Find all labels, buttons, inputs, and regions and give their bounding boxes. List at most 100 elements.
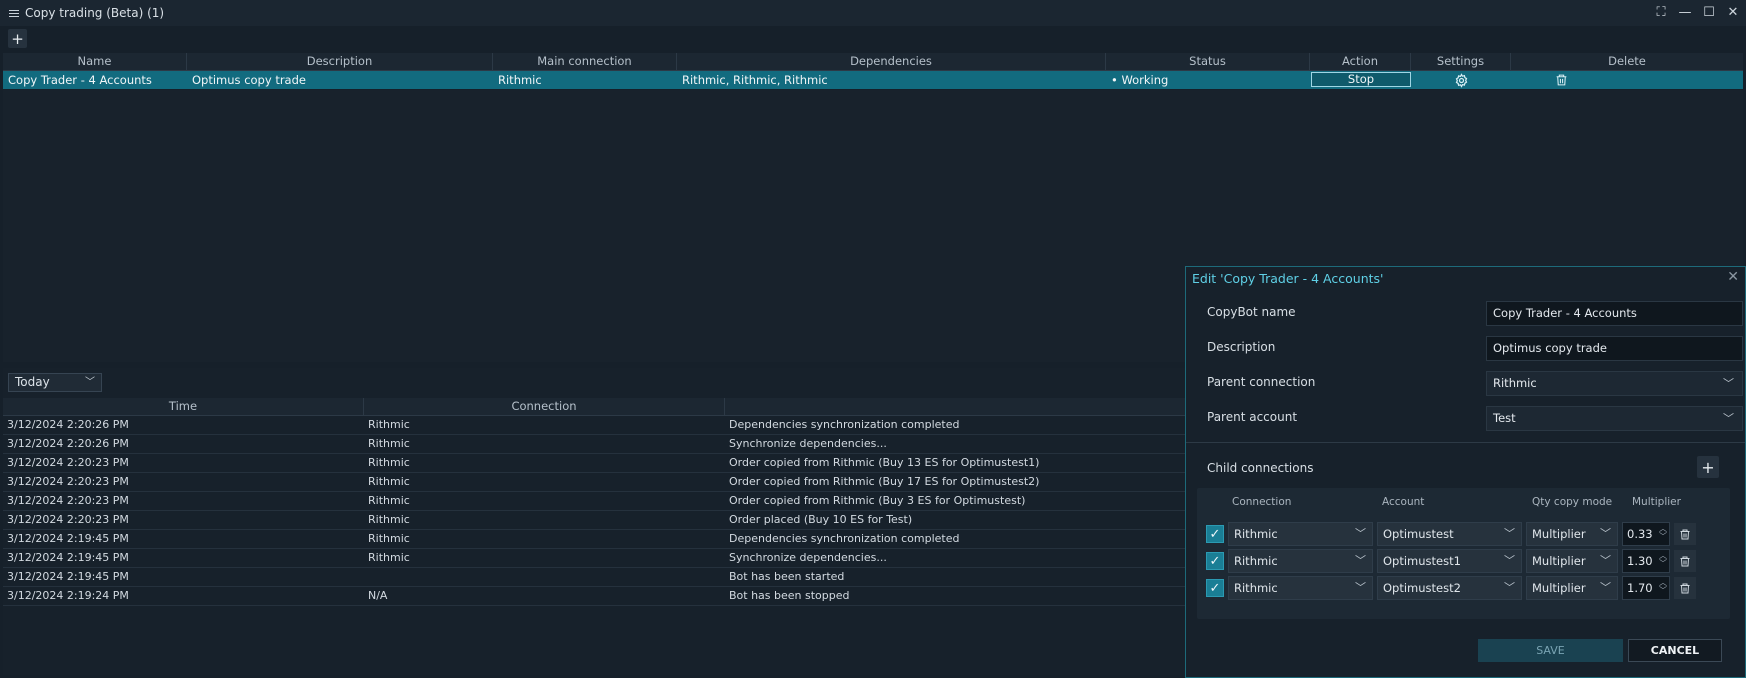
child-account-value: Optimustest2 <box>1383 581 1461 595</box>
log-time: 3/12/2024 2:19:24 PM <box>7 589 129 602</box>
child-account-select[interactable]: Optimustest2 ﹀ <box>1377 576 1522 600</box>
window-title: Copy trading (Beta) (1) <box>25 6 165 20</box>
description-input[interactable]: Optimus copy trade <box>1486 336 1743 361</box>
log-time: 3/12/2024 2:19:45 PM <box>7 551 129 564</box>
child-connection-select[interactable]: Rithmic ﹀ <box>1228 522 1373 546</box>
child-connection-select[interactable]: Rithmic ﹀ <box>1228 549 1373 573</box>
parent-connection-row: Parent connection Rithmic ﹀ <box>1207 371 1743 397</box>
child-connection-row: ✓ Rithmic ﹀ Optimustest2 ﹀ Multiplier ﹀ … <box>1206 576 1726 600</box>
window-titlebar: Copy trading (Beta) (1) ⛶ — ☐ ✕ <box>0 0 1746 26</box>
log-connection: Rithmic <box>368 513 410 526</box>
child-col-account: Account <box>1382 496 1425 508</box>
description-row: Description Optimus copy trade <box>1207 336 1743 362</box>
stop-button[interactable]: Stop <box>1311 72 1411 87</box>
trash-icon <box>1680 529 1690 539</box>
log-connection: Rithmic <box>368 418 410 431</box>
close-icon[interactable]: ✕ <box>1726 5 1740 20</box>
chevron-down-icon: ﹀ <box>1600 527 1611 540</box>
col-main-connection[interactable]: Main connection <box>493 53 677 70</box>
chevron-down-icon: ﹀ <box>1723 377 1734 390</box>
parent-account-select[interactable]: Test ﹀ <box>1486 406 1743 431</box>
child-enabled-checkbox[interactable]: ✓ <box>1206 525 1224 543</box>
multiplier-stepper[interactable]: 1.70 ︿ ﹀ <box>1622 576 1670 600</box>
bot-description: Optimus copy trade <box>192 73 306 87</box>
child-account-value: Optimustest <box>1383 527 1454 541</box>
delete-child-button[interactable] <box>1674 523 1696 545</box>
child-connections-label: Child connections <box>1207 461 1314 475</box>
multiplier-stepper[interactable]: 0.33 ︿ ﹀ <box>1622 522 1670 546</box>
col-name[interactable]: Name <box>3 53 187 70</box>
child-connections-list: Connection Account Qty copy mode Multipl… <box>1197 488 1730 619</box>
hamburger-menu-icon[interactable] <box>9 9 19 17</box>
chevron-down-icon: ﹀ <box>1723 412 1734 425</box>
log-time: 3/12/2024 2:20:23 PM <box>7 475 129 488</box>
bot-name: Copy Trader - 4 Accounts <box>8 73 152 87</box>
child-col-qty-mode: Qty copy mode <box>1532 496 1613 508</box>
child-connection-select[interactable]: Rithmic ﹀ <box>1228 576 1373 600</box>
col-delete[interactable]: Delete <box>1511 53 1743 70</box>
child-account-value: Optimustest1 <box>1383 554 1461 568</box>
log-time: 3/12/2024 2:20:23 PM <box>7 456 129 469</box>
copybot-name-label: CopyBot name <box>1207 305 1296 319</box>
child-enabled-checkbox[interactable]: ✓ <box>1206 579 1224 597</box>
child-qty-mode-select[interactable]: Multiplier ﹀ <box>1526 522 1618 546</box>
cancel-button[interactable]: CANCEL <box>1628 639 1722 662</box>
chevron-down-icon: ﹀ <box>1504 554 1515 567</box>
child-qty-mode-value: Multiplier <box>1532 554 1586 568</box>
delete-child-button[interactable] <box>1674 577 1696 599</box>
log-time: 3/12/2024 2:20:26 PM <box>7 437 129 450</box>
log-connection: Rithmic <box>368 551 410 564</box>
log-connection: Rithmic <box>368 475 410 488</box>
add-child-connection-button[interactable]: + <box>1697 456 1719 478</box>
parent-connection-label: Parent connection <box>1207 375 1316 389</box>
child-qty-mode-select[interactable]: Multiplier ﹀ <box>1526 576 1618 600</box>
log-connection: Rithmic <box>368 532 410 545</box>
parent-account-value: Test <box>1493 411 1516 425</box>
col-status[interactable]: Status <box>1106 53 1310 70</box>
child-enabled-checkbox[interactable]: ✓ <box>1206 552 1224 570</box>
minimize-icon[interactable]: — <box>1678 5 1692 20</box>
add-bot-button[interactable]: + <box>8 29 27 48</box>
chevron-down-icon: ﹀ <box>1355 554 1366 567</box>
log-time: 3/12/2024 2:19:45 PM <box>7 532 129 545</box>
delete-cell <box>1511 71 1743 89</box>
fullscreen-icon[interactable]: ⛶ <box>1654 5 1668 20</box>
child-connection-row: ✓ Rithmic ﹀ Optimustest ﹀ Multiplier ﹀ 0… <box>1206 522 1726 546</box>
col-connection[interactable]: Connection <box>364 398 725 415</box>
child-account-select[interactable]: Optimustest ﹀ <box>1377 522 1522 546</box>
child-qty-mode-value: Multiplier <box>1532 527 1586 541</box>
multiplier-stepper[interactable]: 1.30 ︿ ﹀ <box>1622 549 1670 573</box>
maximize-icon[interactable]: ☐ <box>1702 5 1716 20</box>
bot-dependencies: Rithmic, Rithmic, Rithmic <box>682 73 828 87</box>
col-settings[interactable]: Settings <box>1411 53 1511 70</box>
copybot-name-input[interactable]: Copy Trader - 4 Accounts <box>1486 301 1743 326</box>
save-button[interactable]: SAVE <box>1478 639 1623 662</box>
parent-connection-select[interactable]: Rithmic ﹀ <box>1486 371 1743 396</box>
status-badge: • Working <box>1111 73 1169 87</box>
log-connection: Rithmic <box>368 437 410 450</box>
child-qty-mode-select[interactable]: Multiplier ﹀ <box>1526 549 1618 573</box>
log-connection <box>364 568 725 586</box>
child-account-select[interactable]: Optimustest1 ﹀ <box>1377 549 1522 573</box>
col-action[interactable]: Action <box>1310 53 1411 70</box>
stepper-arrows-icon[interactable]: ︿ ﹀ <box>1659 579 1667 595</box>
stepper-arrows-icon[interactable]: ︿ ﹀ <box>1659 525 1667 541</box>
stepper-arrows-icon[interactable]: ︿ ﹀ <box>1659 552 1667 568</box>
action-cell: Stop <box>1310 71 1411 89</box>
parent-account-row: Parent account Test ﹀ <box>1207 406 1743 432</box>
gear-icon[interactable] <box>1454 72 1469 88</box>
log-connection: Rithmic <box>368 494 410 507</box>
log-connection: N/A <box>368 589 388 602</box>
bots-table-header: Name Description Main connection Depende… <box>3 53 1743 71</box>
table-row[interactable]: Copy Trader - 4 Accounts Optimus copy tr… <box>3 71 1743 89</box>
period-select[interactable]: Today ﹀ <box>8 373 102 392</box>
chevron-down-icon: ﹀ <box>1355 581 1366 594</box>
col-time[interactable]: Time <box>3 398 364 415</box>
edit-bot-panel: Edit 'Copy Trader - 4 Accounts' ✕ CopyBo… <box>1185 266 1746 678</box>
close-icon[interactable]: ✕ <box>1727 269 1739 285</box>
col-description[interactable]: Description <box>187 53 493 70</box>
col-dependencies[interactable]: Dependencies <box>677 53 1106 70</box>
child-connection-value: Rithmic <box>1234 527 1278 541</box>
trash-icon[interactable] <box>1555 73 1568 87</box>
delete-child-button[interactable] <box>1674 550 1696 572</box>
